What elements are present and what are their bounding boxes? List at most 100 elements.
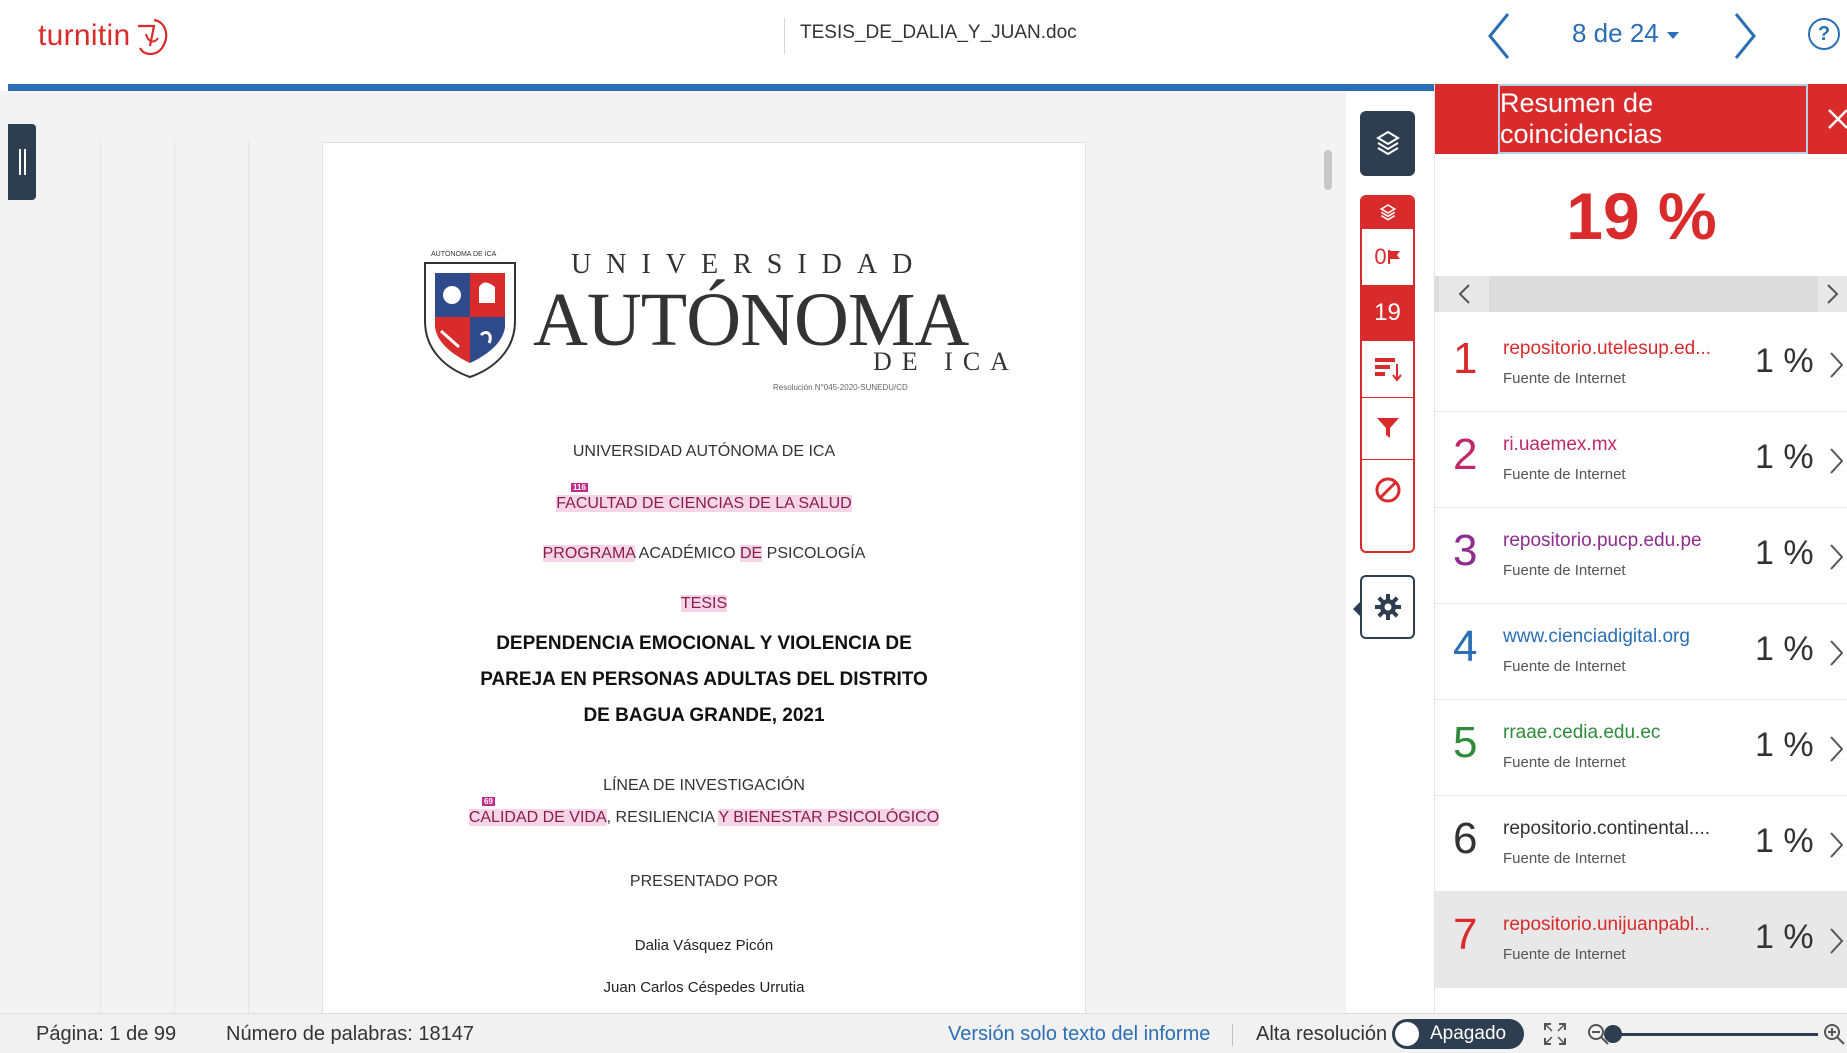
help-button[interactable]: ? [1808, 18, 1840, 50]
fullscreen-icon[interactable] [1542, 1021, 1568, 1047]
toggle-state: Apagado [1430, 1023, 1507, 1044]
match-layer-button[interactable] [1362, 197, 1413, 229]
layers-button[interactable] [1360, 111, 1415, 176]
source-name: repositorio.continental.... [1503, 818, 1711, 839]
faculty-line: FACULTAD DE CIENCIAS DE LA SALUD [323, 495, 1085, 513]
page-selector-label: 8 de 24 [1572, 18, 1659, 48]
source-type: Fuente de Internet [1503, 850, 1626, 867]
ban-icon [1375, 477, 1400, 503]
chevron-right-icon[interactable] [1827, 926, 1845, 956]
page-count: Página: 1 de 99 [36, 1023, 177, 1045]
turnitin-logo-icon [138, 18, 168, 56]
source-name: repositorio.utelesup.ed... [1503, 338, 1712, 359]
source-name: repositorio.unijuanpabl... [1503, 914, 1711, 935]
source-name: ri.uaemex.mx [1503, 434, 1618, 455]
close-icon[interactable] [1823, 104, 1847, 134]
chevron-right-icon[interactable] [1827, 638, 1845, 668]
settings-pointer [1353, 602, 1360, 616]
chevron-right-icon[interactable] [1827, 830, 1845, 860]
chevron-right-icon[interactable] [1827, 350, 1845, 380]
thesis-title-line-2: PAREJA EN PERSONAS ADULTAS DEL DISTRITO [480, 669, 928, 690]
source-item[interactable]: 5 rraae.cedia.edu.ec Fuente de Internet … [1435, 700, 1847, 796]
highlight-program[interactable]: PROGRAMA [542, 545, 636, 562]
research-line-text: CALIDAD DE VIDA, RESILIENCIA Y BIENESTAR… [323, 809, 1085, 827]
match-overview-button[interactable]: 19 [1362, 285, 1413, 341]
source-item[interactable]: 6 repositorio.continental.... Fuente de … [1435, 796, 1847, 892]
highlight-bienestar[interactable]: Y BIENESTAR PSICOLÓGICO [718, 809, 940, 826]
flags-button[interactable]: 0 [1362, 229, 1413, 285]
source-number: 7 [1453, 910, 1478, 959]
high-resolution-toggle[interactable]: Apagado [1392, 1019, 1524, 1049]
highlight-faculty[interactable]: FACULTAD DE CIENCIAS DE LA SALUD [556, 495, 852, 512]
next-page-icon[interactable] [1724, 8, 1764, 64]
source-name: repositorio.pucp.edu.pe [1503, 530, 1702, 551]
viewer-scrollbar[interactable] [1324, 150, 1332, 190]
source-item-selected[interactable]: 7 repositorio.unijuanpabl... Fuente de I… [1435, 892, 1847, 988]
scroll-right-button[interactable] [1818, 276, 1847, 312]
chevron-down-icon [1666, 32, 1679, 39]
match-count: 19 [1374, 299, 1401, 326]
source-item[interactable]: 1 repositorio.utelesup.ed... Fuente de I… [1435, 316, 1847, 412]
chevron-right-icon [1827, 284, 1839, 304]
highlight-calidad[interactable]: CALIDAD DE VIDA [468, 809, 607, 826]
source-type: Fuente de Internet [1503, 946, 1626, 963]
author-1: Dalia Vásquez Picón [634, 937, 774, 954]
panel-title: Resumen de coincidencias [1498, 84, 1808, 154]
zoom-in-icon[interactable] [1822, 1022, 1846, 1046]
source-percent: 1 % [1755, 438, 1814, 476]
word-count: Número de palabras: 18147 [226, 1023, 474, 1045]
author-2: Juan Carlos Céspedes Urrutia [603, 979, 805, 996]
document-page: AUTÓNOMA DE ICA UNIVERSIDAD AUTÓNOMA DE … [322, 142, 1086, 1042]
highlight-tesis[interactable]: TESIS [680, 595, 728, 612]
source-percent: 1 % [1755, 726, 1814, 764]
source-number: 6 [1453, 814, 1478, 863]
turnitin-logo[interactable]: turnitin [38, 14, 172, 58]
highlight-de[interactable]: DE [740, 545, 763, 562]
scroll-left-button[interactable] [1439, 276, 1489, 312]
source-percent: 1 % [1755, 534, 1814, 572]
document-title: TESIS_DE_DALIA_Y_JUAN.doc [800, 22, 1077, 43]
source-item[interactable]: 3 repositorio.pucp.edu.pe Fuente de Inte… [1435, 508, 1847, 604]
chevron-right-icon[interactable] [1827, 542, 1845, 572]
match-overview-panel: Resumen de coincidencias 19 % 1 reposito… [1434, 84, 1847, 1013]
match-tools-stack: 0 19 [1360, 195, 1415, 553]
exclusions-button[interactable] [1362, 459, 1413, 521]
zoom-slider-handle[interactable] [1604, 1025, 1622, 1043]
filter-button[interactable] [1362, 397, 1413, 459]
sidebar-toggle-handle[interactable] [8, 124, 36, 200]
previous-page-icon[interactable] [1480, 8, 1520, 64]
column-guide [174, 140, 175, 1020]
source-percent: 1 % [1755, 342, 1814, 380]
zoom-slider-track[interactable] [1618, 1033, 1818, 1036]
resolution-text: Resolución N°045-2020-SUNEDU/CD [773, 383, 908, 392]
page-selector-dropdown[interactable]: 8 de 24 [1572, 18, 1679, 49]
program-text: ACADÉMICO [635, 545, 740, 562]
source-item[interactable]: 2 ri.uaemex.mx Fuente de Internet 1 % [1435, 412, 1847, 508]
university-crest-icon [424, 262, 516, 379]
source-item[interactable]: 4 www.cienciadigital.org Fuente de Inter… [1435, 604, 1847, 700]
source-number: 4 [1453, 622, 1478, 671]
source-type: Fuente de Internet [1503, 466, 1626, 483]
source-type: Fuente de Internet [1503, 658, 1626, 675]
all-sources-button[interactable] [1362, 341, 1413, 397]
layers-icon [1375, 130, 1400, 155]
flags-count: 0 [1374, 244, 1387, 269]
text-only-report-link[interactable]: Versión solo texto del informe [948, 1023, 1210, 1046]
crest-caption: AUTÓNOMA DE ICA [431, 251, 497, 258]
match-tag-116[interactable]: 116 [571, 483, 588, 492]
research-line-heading: LÍNEA DE INVESTIGACIÓN [603, 777, 805, 794]
status-divider [1232, 1024, 1233, 1046]
progress-rule [8, 84, 1434, 91]
sort-list-icon [1374, 358, 1402, 382]
chevron-right-icon[interactable] [1827, 446, 1845, 476]
presented-by: PRESENTADO POR [629, 873, 779, 890]
title-divider [784, 18, 785, 54]
layers-icon [1379, 204, 1396, 221]
university-name: UNIVERSIDAD AUTÓNOMA DE ICA [572, 443, 836, 460]
research-line-mid: , RESILIENCIA [606, 809, 719, 826]
match-tag-69[interactable]: 69 [482, 797, 495, 806]
chevron-right-icon[interactable] [1827, 734, 1845, 764]
status-bar: Página: 1 de 99 Número de palabras: 1814… [0, 1013, 1847, 1053]
source-percent: 1 % [1755, 630, 1814, 668]
settings-button[interactable] [1360, 575, 1415, 639]
